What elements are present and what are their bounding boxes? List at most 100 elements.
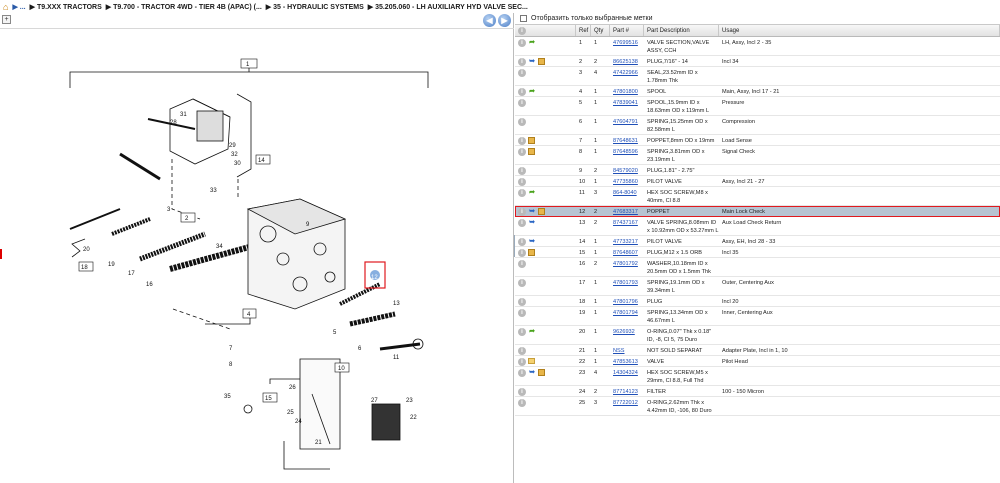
callout-6[interactable]: 6 (358, 346, 362, 352)
callout-35[interactable]: 35 (224, 394, 231, 400)
table-row[interactable]: i 7 1 87648631POPPET,8mm OD x 19mm L Load Se… (515, 135, 1000, 146)
add-to-cart-icon[interactable]: ➦ (528, 39, 536, 47)
info-icon[interactable]: i (518, 260, 526, 268)
info-icon[interactable]: i (518, 69, 526, 77)
part-number-link[interactable]: 47801794 (610, 307, 644, 325)
table-row[interactable]: i 22 1 47853613 VALVE Pilot Head (515, 356, 1000, 367)
part-number-link[interactable]: 87437167 (610, 217, 644, 235)
table-row[interactable]: i ➥ 2 2 86625138 PLUG,7/16" - 14 Incl 34 (515, 56, 1000, 67)
callout-11[interactable]: 11 (393, 355, 400, 361)
zoom-icon[interactable]: + (2, 15, 11, 24)
callout-28[interactable]: 28 (170, 120, 177, 126)
substitute-icon[interactable]: ➥ (528, 58, 536, 66)
table-row[interactable]: i ➦ 11 3 864-8040 HEX SOC SCREW,M8 x 40mm, Cl… (515, 187, 1000, 206)
breadcrumb-item-hydraulic[interactable]: ▶ 35 - HYDRAULIC SYSTEMS (266, 3, 364, 11)
exploded-parts-diagram[interactable]: 1 2 3 4 5 6 7 8 9 10 11 12 13 14 15 16 1… (0, 29, 514, 483)
part-number-link[interactable]: 86625138 (610, 56, 644, 66)
part-number-link[interactable]: NSS (610, 345, 644, 355)
add-to-cart-icon[interactable]: ➦ (528, 88, 536, 96)
part-number-link[interactable]: 87648607 (610, 247, 644, 257)
info-icon[interactable]: i (518, 39, 526, 47)
info-icon[interactable]: i (518, 88, 526, 96)
substitute-icon[interactable]: ➥ (528, 238, 536, 246)
table-row[interactable]: i 18 1 47801796 PLUG Incl 20 (515, 296, 1000, 307)
info-icon[interactable]: i (518, 279, 526, 287)
kit-icon[interactable] (538, 208, 545, 215)
table-row[interactable]: i 6 1 47604791 SPRING,15.25mm OD x 82.58mm L… (515, 116, 1000, 135)
table-row[interactable]: i ➥ 14 1 47733217 PILOT VALVE Assy, EH, Incl 2… (515, 236, 1000, 247)
info-icon[interactable]: i (518, 178, 526, 186)
callout-18[interactable]: 18 (81, 265, 88, 271)
callout-21[interactable]: 21 (315, 440, 322, 446)
info-icon[interactable]: i (518, 399, 526, 407)
substitute-icon[interactable]: ➥ (528, 369, 536, 377)
substitute-icon[interactable]: ➥ (528, 208, 536, 216)
header-usage[interactable]: Usage (719, 25, 1000, 36)
part-number-link[interactable]: 87648631 (610, 135, 644, 145)
part-number-link[interactable]: 47839041 (610, 97, 644, 115)
table-row[interactable]: i ➥ 23 4 14304324 HEX SOC SCREW,M5 x 29mm, Cl… (515, 367, 1000, 386)
part-number-link[interactable]: 47801793 (610, 277, 644, 295)
callout-13[interactable]: 13 (393, 301, 400, 307)
callout-25[interactable]: 25 (287, 410, 294, 416)
info-icon[interactable]: i (518, 208, 526, 216)
table-row[interactable]: i ➥ 13 2 87437167 VALVE SPRING,8.08mm ID x 10… (515, 217, 1000, 236)
add-to-cart-icon[interactable]: ➦ (528, 328, 536, 336)
kit-icon[interactable] (528, 249, 535, 256)
table-row[interactable]: i 9 2 84579020 PLUG,1.81" - 2.75" (515, 165, 1000, 176)
back-button[interactable]: ◀ (483, 14, 496, 27)
table-row[interactable]: i 3 4 47422966 SEAL,23.52mm ID x 1.78mm Thk (515, 67, 1000, 86)
add-to-cart-icon[interactable]: ➦ (528, 189, 536, 197)
table-row[interactable]: i 16 2 47801792 WASHER,10.18mm ID x 20.5mm O… (515, 258, 1000, 277)
breadcrumb-item-model[interactable]: ▶ T9.700 - TRACTOR 4WD - TIER 4B (APAC) … (106, 3, 262, 11)
info-icon[interactable]: i (518, 369, 526, 377)
header-ref[interactable]: Ref (576, 25, 591, 36)
callout-16[interactable]: 16 (146, 282, 153, 288)
table-row[interactable]: i ➦ 20 1 9626932 O-RING,0.07" Thk x 0.18" ID,… (515, 326, 1000, 345)
header-qty[interactable]: Qty (591, 25, 610, 36)
part-number-link[interactable]: 47604791 (610, 116, 644, 134)
info-icon[interactable]: i (518, 148, 526, 156)
part-number-link[interactable]: 87648596 (610, 146, 644, 164)
part-number-link[interactable]: 47683317 (610, 206, 644, 216)
info-icon[interactable]: i (518, 118, 526, 126)
info-icon[interactable]: i (518, 347, 526, 355)
show-selected-checkbox[interactable] (520, 15, 527, 22)
table-row[interactable]: i 25 3 87722012 O-RING,2.62mm Thk x 4.42mm I… (515, 397, 1000, 416)
info-icon[interactable]: i (518, 388, 526, 396)
info-icon[interactable]: i (518, 99, 526, 107)
callout-26[interactable]: 26 (289, 385, 296, 391)
callout-27[interactable]: 27 (371, 398, 378, 404)
callout-22[interactable]: 22 (410, 415, 417, 421)
callout-5[interactable]: 5 (333, 330, 337, 336)
part-number-link[interactable]: 47699516 (610, 37, 644, 55)
callout-19[interactable]: 19 (108, 262, 115, 268)
table-row[interactable]: i 5 1 47839041 SPOOL,15.9mm ID x 18.63mm OD … (515, 97, 1000, 116)
callout-14[interactable]: 14 (258, 158, 265, 164)
header-part-number[interactable]: Part # (610, 25, 644, 36)
info-icon[interactable]: i (518, 309, 526, 317)
info-icon[interactable]: i (518, 167, 526, 175)
callout-34[interactable]: 34 (216, 244, 223, 250)
table-row[interactable]: i ➦ 4 1 47801800 SPOOL Main, Assy, Incl 17 - 2… (515, 86, 1000, 97)
callout-10[interactable]: 10 (338, 366, 345, 372)
info-icon[interactable]: i (518, 238, 526, 246)
package-icon[interactable] (528, 358, 535, 364)
kit-icon[interactable] (538, 58, 545, 65)
callout-29[interactable]: 29 (229, 143, 236, 149)
part-number-link[interactable]: 9626932 (610, 326, 644, 344)
info-icon[interactable]: i (518, 298, 526, 306)
part-number-link[interactable]: 864-8040 (610, 187, 644, 205)
info-icon[interactable]: i (518, 328, 526, 336)
part-number-link[interactable]: 47735860 (610, 176, 644, 186)
forward-button[interactable]: ▶ (498, 14, 511, 27)
callout-8[interactable]: 8 (229, 362, 233, 368)
part-number-link[interactable]: 47801796 (610, 296, 644, 306)
callout-3[interactable]: 3 (167, 207, 171, 213)
callout-15[interactable]: 15 (265, 396, 272, 402)
kit-icon[interactable] (538, 369, 545, 376)
callout-7[interactable]: 7 (229, 346, 233, 352)
part-number-link[interactable]: 47853613 (610, 356, 644, 366)
callout-33[interactable]: 33 (210, 188, 217, 194)
table-row[interactable]: i ➥ 12 2 47683317 POPPET Main Lock Check (515, 206, 1000, 217)
